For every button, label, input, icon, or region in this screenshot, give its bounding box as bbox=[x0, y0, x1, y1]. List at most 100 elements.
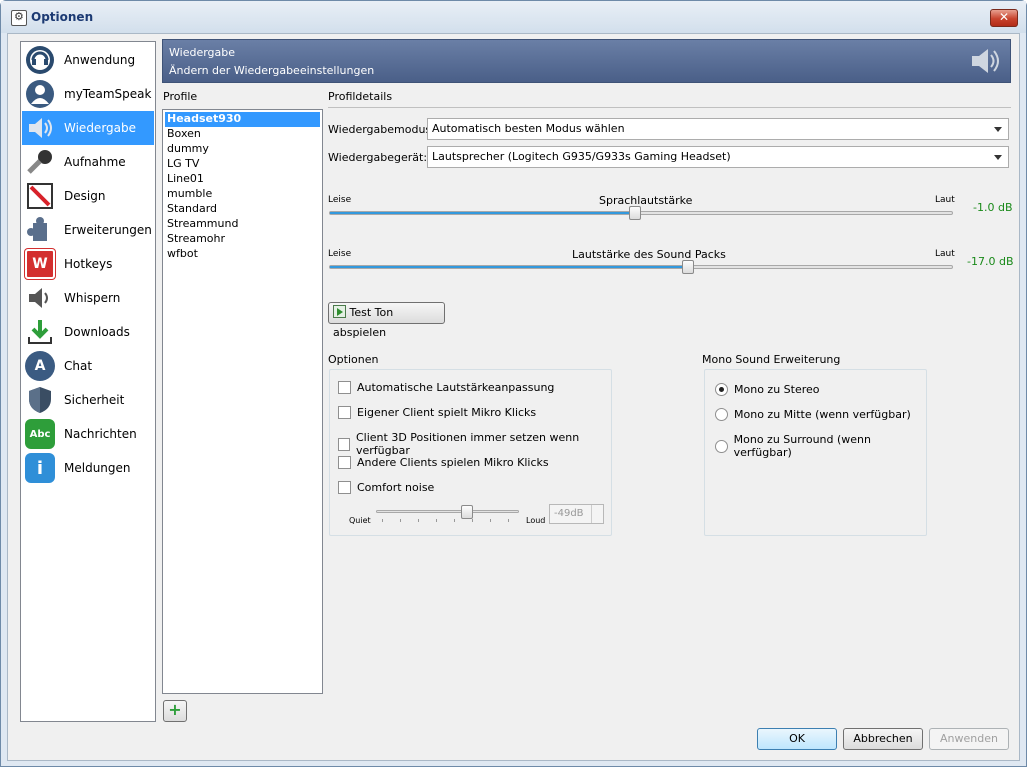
sidebar-item-label: Downloads bbox=[64, 325, 130, 339]
playback-device-value: Lautsprecher (Logitech G935/G933s Gaming… bbox=[432, 150, 731, 163]
speaker-icon bbox=[970, 46, 1002, 79]
soundpack-volume-value: -17.0 dB bbox=[967, 255, 1014, 268]
radio-label: Mono zu Stereo bbox=[734, 383, 820, 396]
ok-button[interactable]: OK bbox=[757, 728, 837, 750]
list-item[interactable]: Headset930 bbox=[165, 112, 320, 127]
slider-handle[interactable] bbox=[629, 206, 641, 220]
playback-mode-value: Automatisch besten Modus wählen bbox=[432, 122, 625, 135]
playback-device-label: Wiedergabegerät: bbox=[328, 151, 428, 164]
slider-handle[interactable] bbox=[461, 505, 473, 519]
checkbox-label: Client 3D Positionen immer setzen wenn v… bbox=[356, 431, 580, 457]
sidebar-item-anwendung[interactable]: Anwendung bbox=[22, 43, 154, 77]
options-group-title: Optionen bbox=[328, 353, 379, 366]
checkbox-label: Automatische Lautstärkeanpassung bbox=[357, 381, 555, 394]
list-item[interactable]: Standard bbox=[165, 202, 217, 217]
slider-fill bbox=[377, 511, 467, 513]
sidebar-item-wiedergabe[interactable]: Wiedergabe bbox=[22, 111, 154, 145]
sidebar-item-label: Nachrichten bbox=[64, 427, 137, 441]
slider-tick bbox=[454, 519, 455, 522]
list-item[interactable]: Streamohr bbox=[165, 232, 225, 247]
cancel-button[interactable]: Abbrechen bbox=[843, 728, 923, 750]
comfort-noise-spinbox[interactable]: -49dB bbox=[549, 504, 604, 524]
voice-volume-slider[interactable] bbox=[329, 206, 953, 220]
profile-list[interactable]: Headset930 Boxen dummy LG TV Line01 mumb… bbox=[162, 109, 323, 694]
sidebar-item-label: myTeamSpeak bbox=[64, 87, 152, 101]
plus-icon: + bbox=[168, 700, 182, 719]
window-title: Optionen bbox=[31, 10, 94, 24]
user-icon bbox=[25, 79, 55, 109]
comfort-noise-slider[interactable] bbox=[376, 505, 519, 519]
sidebar-item-label: Anwendung bbox=[64, 53, 136, 67]
test-sound-button[interactable]: Test Ton abspielen bbox=[328, 302, 445, 339]
mono-center-radio[interactable]: Mono zu Mitte (wenn verfügbar) bbox=[715, 408, 911, 421]
sidebar-item-meldungen[interactable]: i Meldungen bbox=[22, 451, 154, 485]
soundpack-volume-title: Lautstärke des Sound Packs bbox=[572, 248, 726, 261]
list-item[interactable]: Line01 bbox=[165, 172, 204, 187]
chevron-down-icon bbox=[994, 155, 1002, 160]
list-item[interactable]: LG TV bbox=[165, 157, 199, 172]
title-bar: Optionen ✕ bbox=[1, 1, 1026, 33]
voice-volume-value: -1.0 dB bbox=[973, 201, 1013, 214]
soundpack-volume-slider[interactable] bbox=[329, 260, 953, 274]
sidebar-item-sicherheit[interactable]: Sicherheit bbox=[22, 383, 154, 417]
apply-button[interactable]: Anwenden bbox=[929, 728, 1009, 750]
slider-tick bbox=[382, 519, 383, 522]
radio[interactable] bbox=[715, 408, 728, 421]
list-item[interactable]: Boxen bbox=[165, 127, 201, 142]
close-button[interactable]: ✕ bbox=[990, 9, 1018, 27]
list-item[interactable]: wfbot bbox=[165, 247, 198, 262]
sidebar-item-downloads[interactable]: Downloads bbox=[22, 315, 154, 349]
page-header: Wiedergabe Ändern der Wiedergabeeinstell… bbox=[162, 39, 1011, 83]
mono-surround-radio[interactable]: Mono zu Surround (wenn verfügbar) bbox=[715, 433, 926, 459]
list-item[interactable]: dummy bbox=[165, 142, 209, 157]
soundpack-max-label: Laut bbox=[935, 249, 955, 259]
playback-device-select[interactable]: Lautsprecher (Logitech G935/G933s Gaming… bbox=[427, 146, 1009, 168]
list-item[interactable]: mumble bbox=[165, 187, 212, 202]
sidebar-item-chat[interactable]: A Chat bbox=[22, 349, 154, 383]
checkbox[interactable] bbox=[338, 437, 350, 451]
page-title: Wiedergabe bbox=[169, 46, 236, 59]
checkbox[interactable] bbox=[338, 481, 351, 494]
whisper-icon bbox=[25, 283, 55, 313]
design-icon bbox=[25, 181, 55, 211]
mono-stereo-radio[interactable]: Mono zu Stereo bbox=[715, 383, 820, 396]
noise-min-label: Quiet bbox=[349, 516, 371, 525]
profile-details-label: Profildetails bbox=[328, 90, 393, 103]
checkbox[interactable] bbox=[338, 456, 351, 469]
comfort-noise-value: -49dB bbox=[554, 508, 584, 519]
spin-buttons[interactable] bbox=[591, 505, 603, 523]
comfort-noise-checkbox[interactable]: Comfort noise bbox=[338, 481, 434, 494]
slider-tick bbox=[436, 519, 437, 522]
checkbox[interactable] bbox=[338, 381, 351, 394]
3d-positions-checkbox[interactable]: Client 3D Positionen immer setzen wenn v… bbox=[338, 431, 611, 457]
sidebar-item-erweiterungen[interactable]: Erweiterungen bbox=[22, 213, 154, 247]
sidebar-item-aufnahme[interactable]: Aufnahme bbox=[22, 145, 154, 179]
sidebar-item-whispern[interactable]: Whispern bbox=[22, 281, 154, 315]
sidebar-item-nachrichten[interactable]: Abc Nachrichten bbox=[22, 417, 154, 451]
list-item[interactable]: Streammund bbox=[165, 217, 238, 232]
auto-volume-checkbox[interactable]: Automatische Lautstärkeanpassung bbox=[338, 381, 554, 394]
radio-label: Mono zu Surround (wenn verfügbar) bbox=[733, 433, 872, 459]
sidebar-item-hotkeys[interactable]: W Hotkeys bbox=[22, 247, 154, 281]
sidebar-item-label: Aufnahme bbox=[64, 155, 126, 169]
sidebar-item-label: Chat bbox=[64, 359, 93, 373]
sidebar-item-label: Sicherheit bbox=[64, 393, 125, 407]
checkbox[interactable] bbox=[338, 406, 351, 419]
messages-icon: Abc bbox=[25, 419, 55, 449]
sidebar-item-label: Whispern bbox=[64, 291, 121, 305]
download-icon bbox=[25, 317, 55, 347]
radio[interactable] bbox=[715, 439, 728, 453]
add-profile-button[interactable]: + bbox=[163, 700, 187, 722]
radio[interactable] bbox=[715, 383, 728, 396]
own-mic-clicks-checkbox[interactable]: Eigener Client spielt Mikro Klicks bbox=[338, 406, 536, 419]
voice-min-label: Leise bbox=[328, 195, 352, 205]
slider-handle[interactable] bbox=[682, 260, 694, 274]
sidebar-item-design[interactable]: Design bbox=[22, 179, 154, 213]
other-mic-clicks-checkbox[interactable]: Andere Clients spielen Mikro Klicks bbox=[338, 456, 549, 469]
sidebar-item-myteamspeak[interactable]: myTeamSpeak bbox=[22, 77, 154, 111]
hotkey-glyph: W bbox=[32, 256, 48, 272]
checkbox-label: Andere Clients spielen Mikro Klicks bbox=[357, 456, 549, 469]
messages-glyph: Abc bbox=[29, 428, 51, 440]
playback-mode-select[interactable]: Automatisch besten Modus wählen bbox=[427, 118, 1009, 140]
mono-group-title: Mono Sound Erweiterung bbox=[702, 353, 841, 366]
